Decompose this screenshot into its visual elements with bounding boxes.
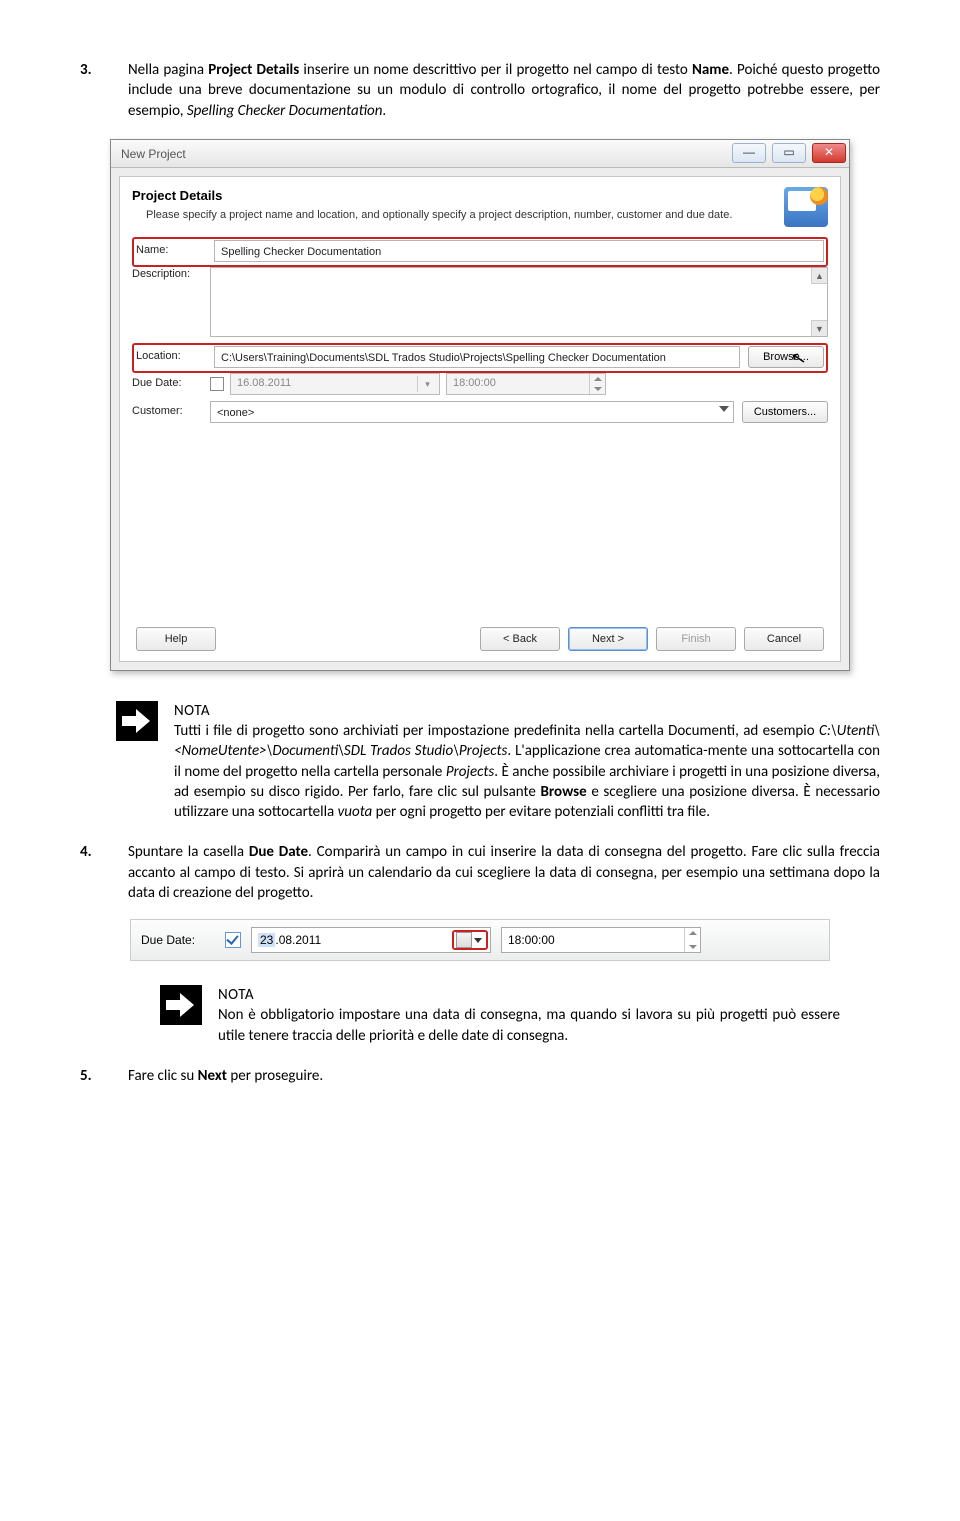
nota-text: Tutti i file di progetto sono archiviati… [174, 721, 880, 822]
next-button[interactable]: Next > [568, 627, 648, 651]
date-value: 16.08.2011 [237, 377, 291, 389]
text: per proseguire. [227, 1067, 323, 1085]
due-date-field[interactable]: 16.08.2011 ▾ [230, 373, 440, 395]
nota-2: NOTA Non è obbligatorio impostare una da… [160, 985, 840, 1046]
step-body: Nella pagina Project Details inserire un… [128, 60, 880, 121]
step-number: 5. [80, 1066, 128, 1086]
section-desc: Please specify a project name and locati… [132, 208, 774, 223]
name-label: Name: [136, 243, 214, 258]
calendar-icon[interactable] [456, 932, 472, 948]
italic-example: Spelling Checker Documentation [187, 102, 383, 120]
text: Tutti i file di progetto sono archiviati… [174, 722, 819, 740]
customer-label: Customer: [132, 404, 210, 419]
customer-value: <none> [217, 407, 254, 419]
bold-next: Next [198, 1067, 227, 1085]
date-rest: .08.2011 [275, 933, 321, 947]
due-date-checkbox-checked[interactable] [225, 932, 241, 948]
scroll-down-icon[interactable]: ▼ [811, 320, 827, 336]
due-date-field[interactable]: 23.08.2011 [251, 927, 491, 953]
due-date-strip: Due Date: 23.08.2011 18:00:00 [130, 919, 830, 961]
help-button[interactable]: Help [136, 627, 216, 651]
location-field[interactable]: C:\Users\Training\Documents\SDL Trados S… [214, 346, 740, 368]
minimize-button[interactable]: — [732, 143, 766, 163]
customer-dropdown[interactable]: <none> [210, 401, 734, 423]
time-spinner[interactable] [684, 928, 700, 952]
text: Nella pagina [128, 61, 208, 79]
calendar-button-highlight [452, 930, 488, 950]
close-button[interactable]: ✕ [812, 143, 846, 163]
italic-vuota: vuota [338, 803, 373, 821]
nota-1: NOTA Tutti i file di progetto sono archi… [116, 701, 880, 823]
text: Spuntare la casella [128, 843, 249, 861]
text: per ogni progetto per evitare potenziali… [372, 803, 710, 821]
nota-text: Non è obbligatorio impostare una data di… [218, 1005, 840, 1046]
due-date-label: Due Date: [132, 376, 210, 391]
step-body: Spuntare la casella Due Date. Comparirà … [128, 842, 880, 903]
bold-name: Name [692, 61, 729, 79]
text: . [382, 102, 386, 120]
arrow-icon [160, 985, 202, 1025]
text: Fare clic su [128, 1067, 198, 1085]
name-highlight: Name: Spelling Checker Documentation [132, 237, 828, 267]
description-field[interactable]: ▲ ▼ [210, 267, 828, 337]
step-3: 3. Nella pagina Project Details inserire… [80, 60, 880, 121]
location-highlight: Location: C:\Users\Training\Documents\SD… [132, 343, 828, 373]
nota-title: NOTA [174, 701, 880, 721]
maximize-button[interactable]: ▭ [772, 143, 806, 163]
step-body: Fare clic su Next per proseguire. [128, 1066, 880, 1086]
dropdown-triangle-icon[interactable] [474, 938, 482, 943]
browse-button[interactable]: Browse... [748, 346, 824, 368]
text: inserire un nome descrittivo per il prog… [299, 61, 692, 79]
step-4: 4. Spuntare la casella Due Date. Compari… [80, 842, 880, 903]
titlebar: New Project — ▭ ✕ [111, 140, 849, 168]
name-field[interactable]: Spelling Checker Documentation [214, 240, 824, 262]
finish-button[interactable]: Finish [656, 627, 736, 651]
step-number: 3. [80, 60, 128, 121]
customers-button[interactable]: Customers... [742, 401, 828, 423]
due-time-field[interactable]: 18:00:00 [446, 373, 606, 395]
bold-duedate: Due Date [249, 843, 308, 861]
arrow-icon [116, 701, 158, 741]
project-icon [784, 187, 828, 227]
bold-project-details: Project Details [208, 61, 299, 79]
italic-projects: Projects [446, 763, 494, 781]
calendar-dropdown-icon[interactable]: ▾ [417, 376, 437, 392]
step-number: 4. [80, 842, 128, 903]
time-spinner[interactable] [589, 374, 605, 394]
chevron-down-icon[interactable] [719, 406, 729, 412]
due-date-label: Due Date: [141, 932, 225, 948]
day-selected: 23 [258, 933, 275, 947]
time-value: 18:00:00 [453, 377, 496, 389]
nota-title: NOTA [218, 985, 840, 1005]
step-5: 5. Fare clic su Next per proseguire. [80, 1066, 880, 1086]
section-title: Project Details [132, 187, 774, 205]
window-title: New Project [111, 140, 729, 167]
due-date-checkbox[interactable] [210, 377, 224, 391]
scroll-up-icon[interactable]: ▲ [811, 268, 827, 284]
cancel-button[interactable]: Cancel [744, 627, 824, 651]
time-value: 18:00:00 [508, 933, 555, 947]
back-button[interactable]: < Back [480, 627, 560, 651]
bold-browse: Browse [540, 783, 586, 801]
due-time-field[interactable]: 18:00:00 [501, 927, 701, 953]
location-label: Location: [136, 349, 214, 364]
new-project-dialog: New Project — ▭ ✕ Project Details Please… [110, 139, 850, 671]
description-label: Description: [132, 267, 210, 282]
